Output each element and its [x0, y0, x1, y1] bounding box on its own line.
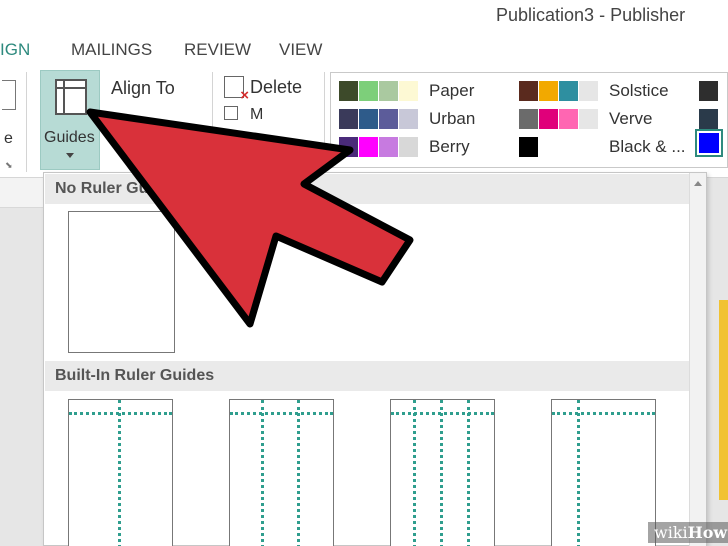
color-swatch	[559, 109, 578, 129]
ribbon-separator	[212, 72, 213, 172]
guide-option-none[interactable]	[68, 211, 175, 353]
scheme-name: Paper	[429, 81, 475, 100]
color-swatch	[579, 109, 598, 129]
scheme-name: Verve	[609, 109, 653, 128]
guide-line	[297, 400, 300, 546]
tab-review[interactable]: REVIEW	[184, 40, 251, 60]
dialog-launcher-icon[interactable]: ⬊	[5, 160, 13, 171]
guides-dropdown-gallery: No Ruler Guides Built-In Ruler Guides	[43, 172, 707, 546]
color-swatch	[519, 81, 538, 101]
color-swatch	[339, 109, 358, 129]
move-page-button[interactable]: M	[250, 106, 263, 124]
scheme-swatch-partial[interactable]	[699, 81, 718, 101]
selected-scheme-frame[interactable]	[695, 129, 723, 157]
guide-line	[467, 400, 470, 546]
tab-page-design[interactable]: IGN	[0, 40, 30, 60]
color-swatch	[379, 137, 398, 157]
ribbon-tabs: IGN MAILINGS REVIEW VIEW	[0, 30, 728, 68]
color-swatch	[359, 137, 378, 157]
scheme-verve[interactable]: Verve	[519, 109, 699, 131]
wikihow-watermark: wikiHow	[648, 522, 728, 543]
guide-line	[261, 400, 264, 546]
align-to-button[interactable]: Align To	[111, 78, 175, 99]
scheme-black-and-white[interactable]: Black & ...	[519, 137, 699, 159]
guide-line	[413, 400, 416, 546]
window-title: Publication3 - Publisher	[496, 5, 686, 25]
section-header-no-guides: No Ruler Guides	[45, 174, 689, 204]
scheme-name: Solstice	[609, 81, 669, 100]
scheme-berry[interactable]: Berry	[339, 137, 509, 159]
title-bar: Publication3 - Publisher	[0, 0, 728, 30]
guide-line	[440, 400, 443, 546]
color-swatch	[579, 81, 598, 101]
guides-icon	[55, 79, 87, 115]
guides-label: Guides	[44, 129, 95, 146]
section-header-built-in: Built-In Ruler Guides	[45, 361, 689, 391]
guide-option-single-column[interactable]	[68, 399, 173, 546]
color-swatch	[399, 137, 418, 157]
gallery-scrollbar[interactable]	[689, 173, 706, 546]
guide-line	[230, 412, 333, 415]
horizontal-ruler	[0, 178, 43, 208]
color-swatch	[519, 137, 538, 157]
color-swatch	[339, 137, 358, 157]
color-swatch	[359, 109, 378, 129]
scheme-name: Berry	[429, 137, 470, 156]
color-swatch	[519, 109, 538, 129]
guides-button[interactable]: Guides	[40, 70, 100, 170]
scheme-solstice[interactable]: Solstice	[519, 81, 699, 103]
guide-option-two-column[interactable]	[229, 399, 334, 546]
ribbon: e ⬊ Guides Align To × Delete M Paper Sol…	[0, 68, 728, 178]
color-swatch	[379, 81, 398, 101]
color-swatch	[539, 81, 558, 101]
scheme-name: Black & ...	[609, 137, 686, 156]
scheme-swatch-partial[interactable]	[699, 109, 718, 129]
guide-option-sidebar[interactable]	[551, 399, 656, 546]
tab-mailings[interactable]: MAILINGS	[71, 40, 152, 60]
chevron-down-icon	[66, 153, 74, 158]
color-swatch	[559, 81, 578, 101]
color-swatch	[539, 109, 558, 129]
color-swatch	[379, 109, 398, 129]
color-swatch	[359, 81, 378, 101]
color-swatch	[699, 133, 719, 153]
guide-line	[552, 412, 655, 415]
move-page-icon[interactable]	[224, 106, 238, 120]
color-schemes-gallery: Paper Solstice Urban Verve Berry Black &…	[330, 72, 728, 168]
scroll-up-arrow-icon[interactable]	[694, 181, 702, 186]
guide-option-three-column[interactable]	[390, 399, 495, 546]
ribbon-separator	[324, 72, 325, 172]
scheme-paper[interactable]: Paper	[339, 81, 509, 103]
scheme-name: Urban	[429, 109, 476, 128]
ribbon-separator	[26, 72, 27, 172]
color-swatch	[399, 81, 418, 101]
ribbon-left-fragment: e ⬊	[0, 68, 22, 178]
guide-line	[577, 400, 580, 546]
scheme-urban[interactable]: Urban	[339, 109, 509, 131]
delete-page-button[interactable]: Delete	[250, 77, 302, 98]
delete-page-icon[interactable]: ×	[224, 76, 249, 103]
workspace-left	[0, 208, 43, 546]
color-swatch	[399, 109, 418, 129]
tab-view[interactable]: VIEW	[279, 40, 322, 60]
color-swatch	[339, 81, 358, 101]
guide-line	[118, 400, 121, 546]
page-edge	[719, 300, 728, 500]
